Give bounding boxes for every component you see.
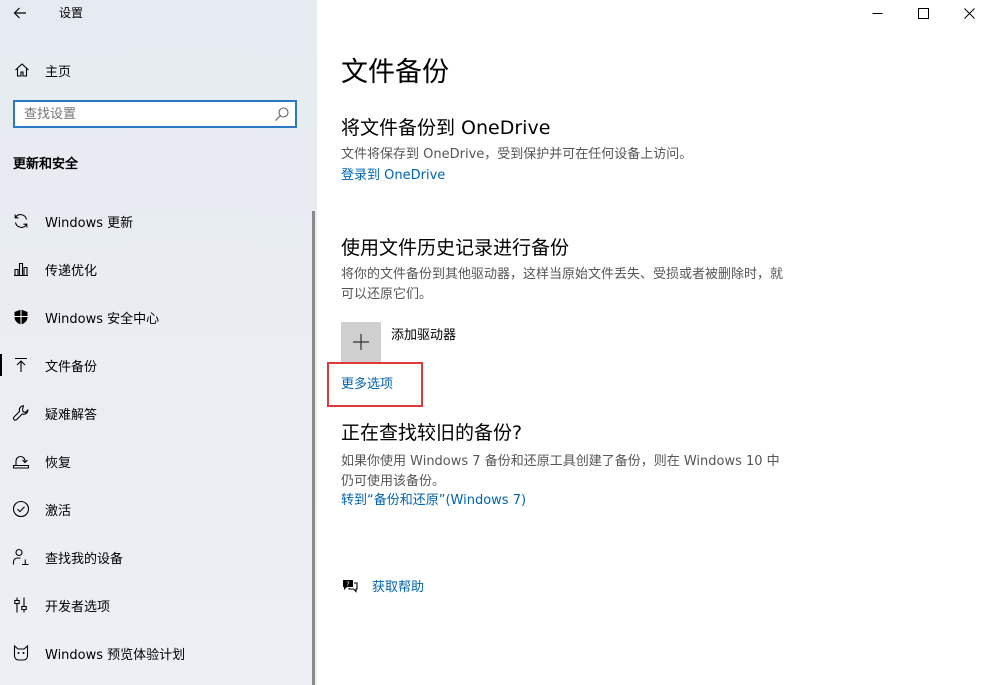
- sidebar-item-find-my-device[interactable]: 查找我的设备: [0, 533, 317, 581]
- minimize-button[interactable]: [854, 0, 900, 26]
- svg-text:?: ?: [346, 580, 349, 588]
- sidebar-item-label: Windows 预览体验计划: [45, 647, 186, 663]
- add-drive-button[interactable]: 添加驱动器: [341, 322, 456, 362]
- section-title: 更新和安全: [13, 157, 79, 172]
- sidebar-item-windows-security[interactable]: Windows 安全中心: [0, 293, 317, 341]
- chat-help-icon: ?: [341, 577, 359, 595]
- search-icon[interactable]: [274, 106, 290, 122]
- sidebar-item-label: 恢复: [45, 455, 72, 471]
- sidebar: 设置 主页 更新和安全: [0, 0, 317, 685]
- close-button[interactable]: [946, 0, 992, 26]
- sidebar-item-recovery[interactable]: 恢复: [0, 437, 317, 485]
- window-controls: [854, 0, 992, 26]
- more-options-link[interactable]: 更多选项: [341, 373, 393, 392]
- close-icon: [963, 7, 975, 19]
- search-box[interactable]: [13, 100, 297, 128]
- sidebar-scrollbar[interactable]: [312, 211, 315, 685]
- recovery-icon: [12, 452, 30, 470]
- older-backup-description: 如果你使用 Windows 7 备份和还原工具创建了备份，则在 Windows …: [341, 454, 780, 489]
- developer-icon: [12, 596, 30, 614]
- add-drive-label: 添加驱动器: [391, 328, 457, 343]
- sidebar-item-label: 激活: [45, 503, 72, 519]
- plus-icon: [353, 334, 369, 350]
- sidebar-item-home-label: 主页: [45, 64, 72, 80]
- add-drive-tile[interactable]: [341, 322, 381, 362]
- home-icon: [14, 62, 30, 78]
- settings-window: 设置 主页 更新和安全: [0, 0, 992, 685]
- app-title: 设置: [59, 6, 84, 20]
- search-input[interactable]: [15, 102, 274, 126]
- file-history-heading: 使用文件历史记录进行备份: [341, 237, 570, 259]
- sidebar-item-delivery-optimization[interactable]: 传递优化: [0, 245, 317, 293]
- get-help[interactable]: ? 获取帮助: [341, 576, 424, 595]
- older-backup-heading: 正在查找较旧的备份?: [341, 422, 523, 444]
- selection-indicator: [0, 354, 2, 376]
- onedrive-heading: 将文件备份到 OneDrive: [341, 117, 551, 139]
- back-arrow-icon: [13, 7, 26, 19]
- sidebar-item-home[interactable]: 主页: [0, 55, 317, 85]
- delivery-optimization-icon: [12, 260, 30, 278]
- sidebar-item-activation[interactable]: 激活: [0, 485, 317, 533]
- backup-arrow-icon: [12, 356, 30, 374]
- person-locate-icon: [12, 548, 30, 566]
- sidebar-item-label: 传递优化: [45, 263, 98, 279]
- sidebar-item-windows-update[interactable]: Windows 更新: [0, 197, 317, 245]
- file-history-description: 将你的文件备份到其他驱动器，这样当原始文件丢失、受损或者被删除时，就可以还原它们…: [341, 267, 784, 302]
- maximize-icon: [917, 7, 929, 19]
- insider-cat-icon: [12, 644, 30, 662]
- sidebar-item-label: 查找我的设备: [45, 551, 124, 567]
- refresh-icon: [12, 212, 30, 230]
- maximize-button[interactable]: [900, 0, 946, 26]
- minimize-icon: [872, 12, 882, 14]
- get-help-link[interactable]: 获取帮助: [372, 576, 424, 595]
- sidebar-item-label: 疑难解答: [45, 407, 98, 423]
- sidebar-item-label: Windows 安全中心: [45, 311, 160, 327]
- page-title: 文件备份: [341, 57, 449, 88]
- shield-icon: [12, 308, 30, 326]
- sidebar-item-file-backup[interactable]: 文件备份: [0, 341, 317, 389]
- check-circle-icon: [12, 500, 30, 518]
- sidebar-item-label: 文件备份: [45, 359, 98, 375]
- title-bar: 设置: [0, 0, 317, 26]
- back-button[interactable]: [6, 1, 34, 25]
- sidebar-item-label: 开发者选项: [45, 599, 111, 615]
- backup-restore-link[interactable]: 转到“备份和还原”(Windows 7): [341, 489, 526, 508]
- sidebar-item-developer-options[interactable]: 开发者选项: [0, 581, 317, 629]
- sidebar-nav: Windows 更新 传递优化 Windows 安全中心 文件备份 疑难解答 恢…: [0, 197, 317, 677]
- sidebar-item-label: Windows 更新: [45, 215, 134, 231]
- onedrive-signin-link[interactable]: 登录到 OneDrive: [341, 164, 445, 183]
- onedrive-description: 文件将保存到 OneDrive，受到保护并可在任何设备上访问。: [341, 147, 693, 162]
- wrench-icon: [12, 404, 30, 422]
- sidebar-item-troubleshoot[interactable]: 疑难解答: [0, 389, 317, 437]
- sidebar-item-windows-insider[interactable]: Windows 预览体验计划: [0, 629, 317, 677]
